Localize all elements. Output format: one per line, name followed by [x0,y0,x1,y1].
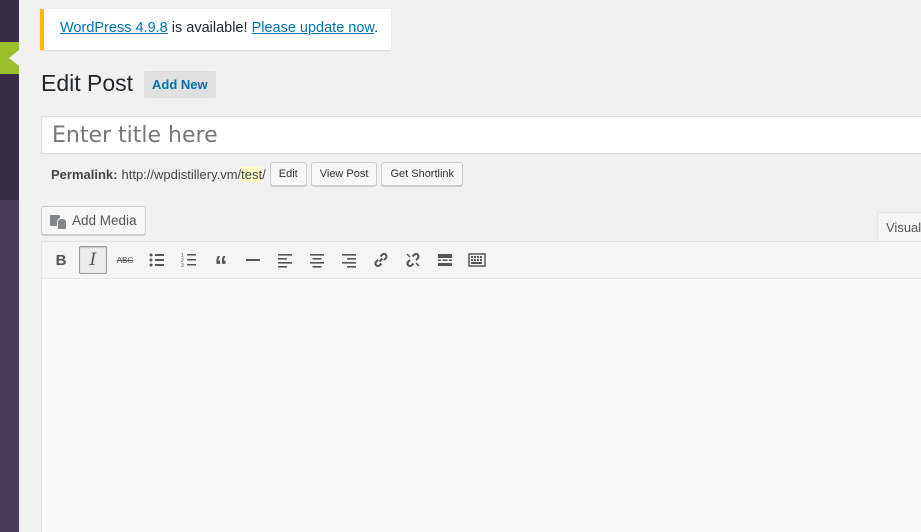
permalink-trail: / [262,166,266,182]
page-title: Edit Post [41,70,134,96]
permalink-base-url[interactable]: http://wpdistillery.vm/ [121,167,241,182]
update-now-link[interactable]: Please update now [252,20,375,36]
get-shortlink-button[interactable]: Get Shortlink [381,162,464,186]
toolbar-toggle-icon[interactable] [463,246,491,274]
bold-icon[interactable]: B [47,246,75,274]
notice-end: . [374,20,379,36]
read-more-icon[interactable] [431,246,459,274]
align-center-icon[interactable] [303,246,331,274]
add-media-label: Add Media [72,213,137,228]
post-editor: B I ABC 123 “ [41,241,921,532]
align-right-icon[interactable] [335,246,363,274]
post-title-input[interactable] [41,116,921,154]
blockquote-icon[interactable]: “ [207,246,235,278]
italic-icon[interactable]: I [79,246,107,274]
wordpress-version-link[interactable]: WordPress 4.9.8 [60,20,168,36]
add-new-button[interactable]: Add New [144,71,216,98]
add-media-button[interactable]: Add Media [41,206,146,235]
horizontal-line-icon[interactable] [239,246,267,274]
permalink-slug[interactable]: test [241,166,263,182]
permalink-label: Permalink: [51,166,118,182]
update-notice: WordPress 4.9.8 is available! Please upd… [40,9,391,50]
editor-toolbar: B I ABC 123 “ [42,242,921,279]
tab-visual[interactable]: Visual [877,212,921,242]
bullet-list-icon[interactable] [143,246,171,274]
unlink-icon[interactable] [399,246,427,274]
strikethrough-icon[interactable]: ABC [111,246,139,274]
link-icon[interactable] [367,246,395,274]
admin-menu-section [0,0,19,200]
numbered-list-icon[interactable]: 123 [175,246,203,274]
current-menu-arrow[interactable] [0,42,19,74]
permalink-row: Permalink: http://wpdistillery.vm/test / … [51,162,464,186]
notice-text: is available! [167,20,252,36]
view-post-button[interactable]: View Post [310,162,378,186]
svg-text:3: 3 [181,263,184,269]
admin-sidebar [0,0,19,532]
media-icon [50,213,67,230]
edit-permalink-button[interactable]: Edit [269,162,307,186]
editor-content-area[interactable] [42,279,921,532]
align-left-icon[interactable] [271,246,299,274]
